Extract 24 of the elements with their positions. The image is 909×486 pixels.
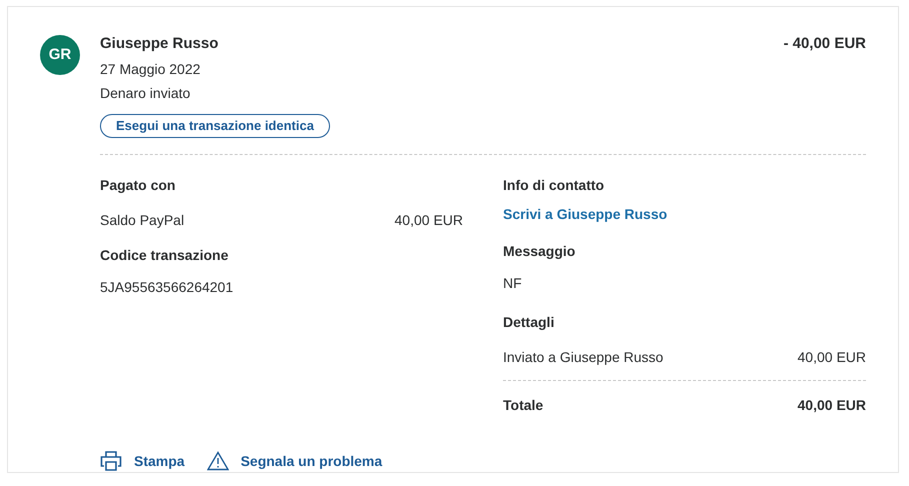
total-label: Totale bbox=[503, 396, 544, 415]
payee-name: Giuseppe Russo bbox=[100, 34, 218, 54]
avatar: GR bbox=[40, 35, 80, 75]
value-text: NF bbox=[503, 275, 522, 291]
status-text: Denaro inviato bbox=[100, 84, 192, 102]
amount-value: 40,00 EUR bbox=[798, 348, 866, 367]
section-title: Codice transazione bbox=[100, 246, 230, 265]
value-text: Saldo PayPal bbox=[100, 211, 184, 230]
printer-icon bbox=[100, 450, 122, 472]
section-title: Messaggio bbox=[503, 242, 576, 261]
section-title: Dettagli bbox=[503, 313, 556, 332]
date-text: 27 Maggio 2022 bbox=[100, 60, 202, 79]
total-amount: 40,00 EUR bbox=[798, 396, 866, 415]
warning-icon bbox=[206, 451, 229, 471]
repeat-transaction-button[interactable]: Esegui una transazione identica bbox=[100, 114, 330, 138]
contact-link[interactable]: Scrivi a Giuseppe Russo bbox=[503, 204, 668, 225]
amount-text: - 40,00 EUR bbox=[783, 34, 866, 54]
action-link[interactable]: Segnala un problema bbox=[240, 450, 382, 472]
action-link[interactable]: Stampa bbox=[134, 450, 185, 472]
section-title: Info di contatto bbox=[503, 176, 606, 195]
section-title: Pagato con bbox=[100, 176, 176, 195]
transaction-code: 5JA95563566264201 bbox=[100, 279, 234, 295]
amount-value: 40,00 EUR bbox=[394, 211, 463, 230]
value-text: Inviato a Giuseppe Russo bbox=[503, 348, 664, 367]
